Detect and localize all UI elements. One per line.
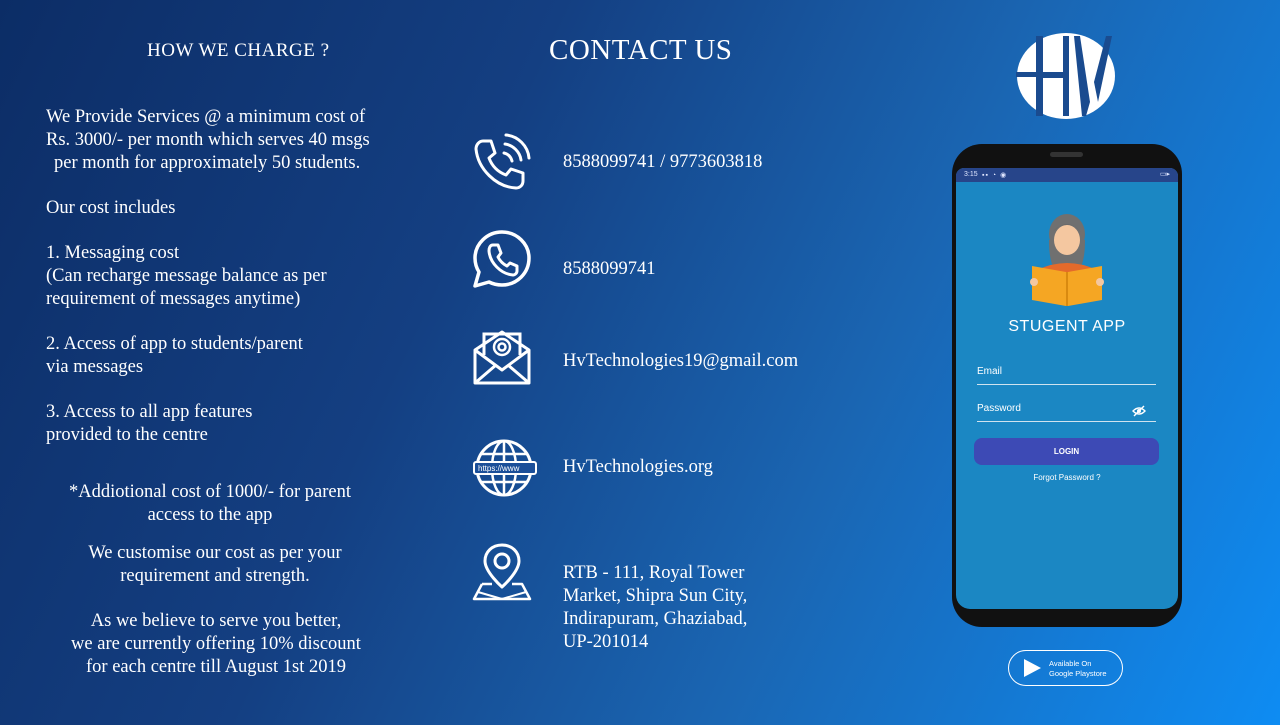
- forgot-password-link[interactable]: Forgot Password ?: [956, 473, 1178, 482]
- playstore-badge[interactable]: Available On Google Playstore: [1008, 650, 1123, 686]
- phone-icon: [474, 133, 531, 190]
- login-button[interactable]: LOGIN: [974, 438, 1159, 465]
- cost-item-app-access: 2. Access of app to students/parent via …: [46, 334, 303, 377]
- website-badge-text: https://www: [478, 464, 520, 473]
- contact-website[interactable]: HvTechnologies.org: [563, 456, 713, 479]
- how-we-charge-title: HOW WE CHARGE ?: [147, 40, 330, 61]
- discount-offer: As we believe to serve you better, we ar…: [71, 611, 361, 677]
- student-reading-icon: [1030, 214, 1104, 306]
- app-name: STUGENT APP: [1008, 318, 1126, 335]
- status-bar: 3:15 ▪▪ ◔ ◉ ▭▸: [956, 168, 1178, 182]
- playstore-text: Available On Google Playstore: [1049, 659, 1107, 678]
- location-pin-icon: [472, 543, 532, 601]
- contact-address: RTB - 111, Royal Tower Market, Shipra Su…: [563, 563, 748, 652]
- cost-item-messaging: 1. Messaging cost (Can recharge message …: [46, 243, 327, 309]
- hv-logo-icon: [1016, 33, 1115, 119]
- email-field[interactable]: Email: [977, 366, 1156, 385]
- contact-us-title: CONTACT US: [549, 34, 733, 66]
- eye-off-icon[interactable]: [1132, 405, 1146, 417]
- play-icon: [1024, 659, 1041, 677]
- whatsapp-icon: [473, 230, 531, 288]
- cost-includes-heading: Our cost includes: [46, 198, 176, 218]
- app-screen: 3:15 ▪▪ ◔ ◉ ▭▸ STUGENT APP Email Passwor…: [956, 168, 1178, 609]
- status-time: 3:15: [964, 171, 978, 178]
- contact-email[interactable]: HvTechnologies19@gmail.com: [563, 350, 798, 373]
- password-label: Password: [977, 403, 1021, 414]
- contact-phone[interactable]: 8588099741 / 9773603818: [563, 151, 762, 174]
- password-field[interactable]: Password: [977, 403, 1156, 422]
- signal-icons: ▪▪ ◔ ◉: [982, 172, 1008, 179]
- contact-whatsapp[interactable]: 8588099741: [563, 258, 656, 281]
- phone-speaker: [1050, 152, 1083, 157]
- battery-icon: ▭▸: [1159, 171, 1170, 178]
- additional-cost-note: *Addiotional cost of 1000/- for parent a…: [68, 482, 352, 525]
- email-icon: [473, 330, 531, 385]
- customise-note: We customise our cost as per your requir…: [88, 543, 342, 586]
- cost-item-features: 3. Access to all app features provided t…: [46, 402, 253, 445]
- pricing-paragraph: We Provide Services @ a minimum cost of …: [46, 107, 370, 173]
- email-label: Email: [977, 366, 1003, 377]
- globe-icon: https://www: [473, 439, 537, 497]
